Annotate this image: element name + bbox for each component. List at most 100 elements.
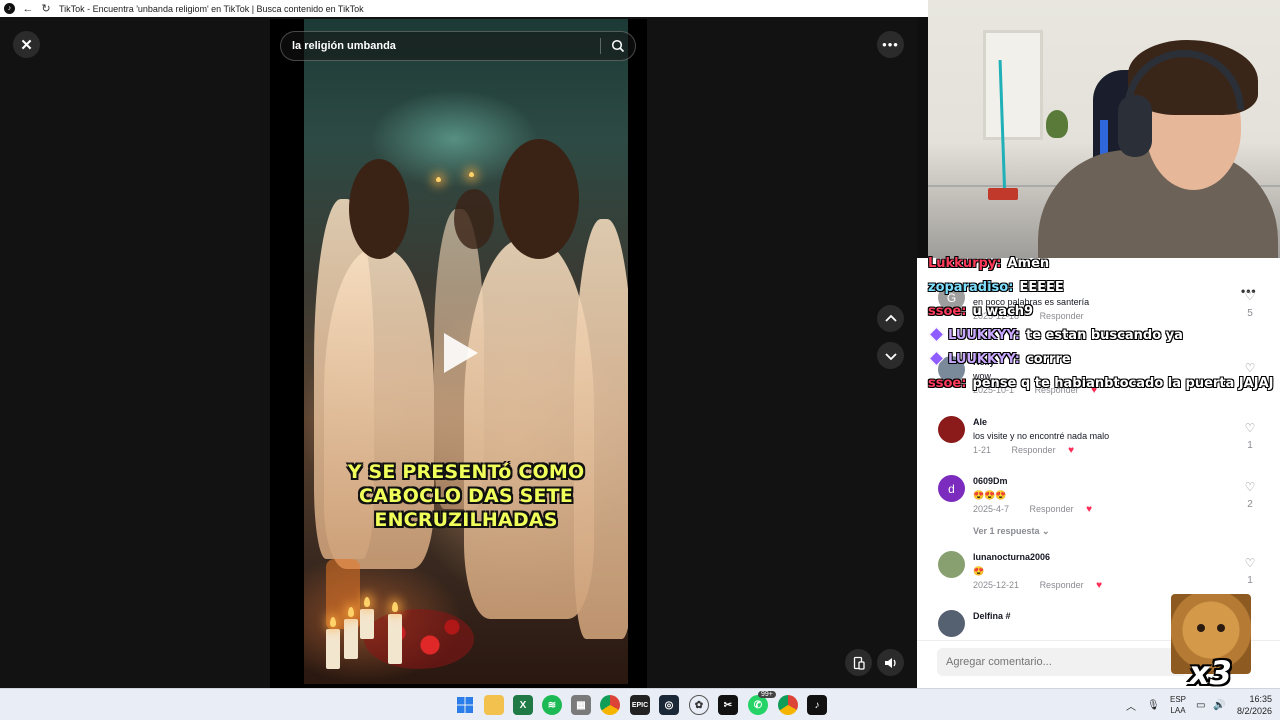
epic-games-icon[interactable]: EPIC [630, 695, 650, 715]
video-search-box[interactable]: la religión umbanda [280, 31, 636, 61]
comment-meta: 2025-4-7 Responder ♥ [973, 504, 1092, 515]
browser-title-bar: ♪ ← ↻ TikTok - Encuentra 'unbanda religi… [0, 0, 928, 17]
volume-button[interactable] [877, 649, 904, 676]
comment-item: G en poco palabras es santería 2025-12-1… [917, 284, 1280, 340]
reply-link[interactable]: Responder [1040, 580, 1084, 590]
chrome-profile-icon[interactable] [778, 695, 798, 715]
windows-start-icon[interactable] [455, 695, 475, 715]
speaker-icon [884, 657, 896, 668]
lang-code: ESP [1170, 695, 1187, 704]
caption-line: Y SE PRESENTó COMO [347, 461, 585, 483]
comment-meta: 2025-12-21 Responder ♥ [973, 580, 1102, 591]
view-replies-label: Ver 1 respuesta [973, 526, 1040, 536]
reply-link[interactable]: Responder [1012, 445, 1056, 455]
close-icon: ✕ [20, 36, 33, 54]
avatar[interactable] [938, 610, 965, 637]
comment-text: 😍 [973, 566, 985, 576]
screen: ♪ ← ↻ TikTok - Encuentra 'unbanda religi… [0, 0, 1280, 720]
more-options-button[interactable]: ••• [877, 31, 904, 58]
reply-link[interactable]: Responder [1040, 311, 1084, 321]
chevron-down-icon [884, 352, 897, 360]
windows-taskbar: X ≋ ▦ EPIC ◎ ✿ ✂ ✆ 99+ ♪ ︿ 🎙 ESP LAA ▭ 🔊… [0, 688, 1280, 720]
reload-icon[interactable]: ↻ [37, 0, 55, 17]
window-title: TikTok - Encuentra 'unbanda religiom' en… [59, 3, 364, 14]
tray-chevron-icon[interactable]: ︿ [1126, 689, 1136, 720]
like-count: 3 [1247, 380, 1253, 391]
avatar[interactable]: d [938, 475, 965, 502]
creator-liked-icon: ♥ [1091, 385, 1098, 396]
chevron-up-icon [884, 314, 897, 322]
clock-time: 16:35 [1249, 694, 1272, 704]
avatar[interactable] [938, 416, 965, 443]
comment-author[interactable]: Kelly [973, 357, 995, 367]
caption-line: CABOCLO DAS SETE [359, 485, 573, 507]
lang-layout: LAA [1170, 706, 1186, 715]
comment-meta: 2025-12-18 Responder [973, 311, 1084, 321]
caption-line: ENCRUZILHADAS [374, 509, 558, 531]
close-button[interactable]: ✕ [13, 31, 40, 58]
play-icon[interactable] [444, 333, 478, 373]
volume-tray-icon[interactable]: 🔊 [1213, 689, 1225, 720]
language-indicator[interactable]: ESP LAA [1170, 694, 1186, 716]
system-clock[interactable]: 16:35 8/2/2026 [1237, 693, 1272, 717]
excel-icon[interactable]: X [513, 695, 533, 715]
steam-icon[interactable]: ◎ [659, 695, 679, 715]
like-icon[interactable]: ♡ [1243, 361, 1257, 375]
next-video-button[interactable] [877, 342, 904, 369]
stream-emote: x3 [1171, 594, 1251, 694]
comment-text: wow [973, 371, 992, 381]
comment-date: 2025-10-1 [973, 385, 1015, 395]
view-replies-link[interactable]: Ver 1 respuesta ⌄ [973, 526, 1050, 537]
comment-date: 1-21 [973, 445, 992, 455]
comment-input[interactable] [937, 648, 1187, 676]
comment-date: 2025-12-18 [973, 311, 1020, 321]
emote-multiplier: x3 [1189, 654, 1232, 692]
store-icon[interactable]: ▦ [571, 695, 591, 715]
openai-icon[interactable]: ✿ [689, 695, 709, 715]
report-button[interactable] [845, 649, 872, 676]
video-caption: Y SE PRESENTó COMO CABOCLO DAS SETE ENCR… [304, 460, 628, 532]
previous-video-button[interactable] [877, 305, 904, 332]
capcut-icon[interactable]: ✂ [718, 695, 738, 715]
file-explorer-icon[interactable] [484, 695, 504, 715]
comment-text: los visite y no encontré nada malo [973, 431, 1110, 441]
comment-text: 😍😍😍 [973, 490, 1007, 500]
comment-author[interactable]: Delfina # [973, 611, 1011, 621]
search-query[interactable]: la religión umbanda [281, 40, 600, 52]
avatar[interactable] [938, 551, 965, 578]
reply-link[interactable]: Responder [1035, 385, 1079, 395]
creator-liked-icon: ♥ [1086, 504, 1093, 515]
search-icon[interactable] [601, 39, 635, 53]
back-arrow-icon[interactable]: ← [19, 0, 37, 17]
like-icon[interactable]: ♡ [1243, 289, 1257, 303]
device-icon [853, 656, 865, 670]
ellipsis-icon: ••• [882, 37, 899, 52]
avatar[interactable]: G [938, 284, 965, 311]
reply-link[interactable]: Responder [1030, 504, 1074, 514]
tiktok-app-icon: ♪ [4, 3, 15, 14]
comment-author[interactable]: Ale [973, 417, 987, 427]
like-count: 5 [1247, 308, 1253, 319]
like-icon[interactable]: ♡ [1243, 480, 1257, 494]
avatar[interactable] [938, 356, 965, 383]
comment-text: en poco palabras es santería [973, 297, 1090, 307]
webcam-feed [928, 0, 1280, 258]
comment-item: Ale los visite y no encontré nada malo 1… [917, 416, 1280, 472]
microphone-icon[interactable]: 🎙 [1147, 689, 1160, 720]
comment-author[interactable]: lunanocturna2006 [973, 552, 1050, 562]
like-count: 1 [1247, 575, 1253, 586]
comment-date: 2025-12-21 [973, 580, 1020, 590]
network-icon[interactable]: ▭ [1196, 689, 1205, 720]
like-icon[interactable]: ♡ [1243, 556, 1257, 570]
comment-author[interactable]: 0609Dm [973, 476, 1008, 486]
like-icon[interactable]: ♡ [1243, 421, 1257, 435]
tiktok-icon[interactable]: ♪ [807, 695, 827, 715]
like-count: 2 [1247, 499, 1253, 510]
whatsapp-icon[interactable]: ✆ [748, 695, 768, 715]
like-count: 1 [1247, 440, 1253, 451]
whatsapp-badge: 99+ [758, 691, 776, 698]
chrome-icon[interactable] [600, 695, 620, 715]
creator-liked-icon: ♥ [1096, 580, 1103, 591]
spotify-icon[interactable]: ≋ [542, 695, 562, 715]
clock-date: 8/2/2026 [1236, 706, 1272, 716]
